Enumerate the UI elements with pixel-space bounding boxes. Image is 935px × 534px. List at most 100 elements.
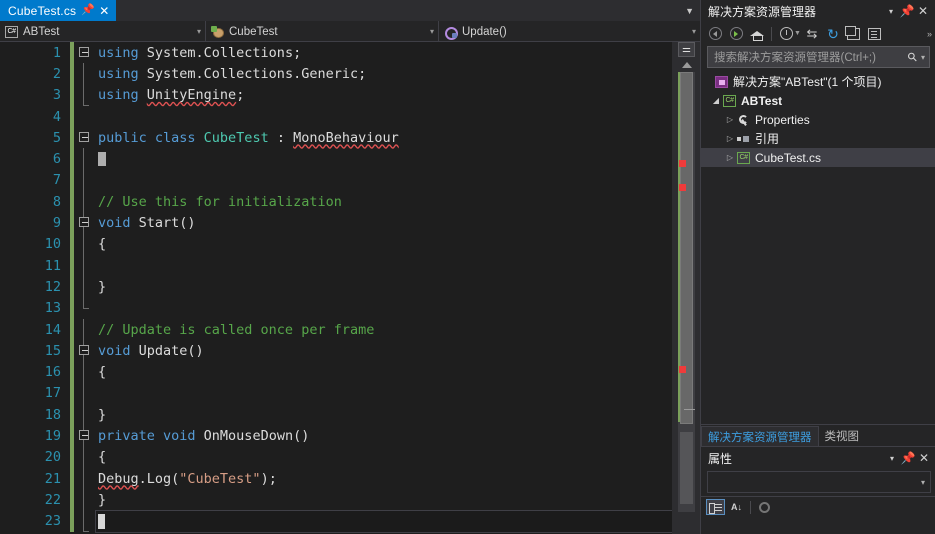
outlining-margin[interactable] [74, 467, 96, 490]
scrollbar-track[interactable] [678, 72, 695, 512]
outlining-margin[interactable] [74, 84, 96, 107]
toolbar-overflow-icon[interactable]: » [927, 29, 932, 39]
tree-expander-collapsed[interactable]: ▷ [723, 115, 737, 124]
code-line[interactable]: 4 [0, 105, 672, 128]
outlining-margin[interactable] [74, 340, 96, 362]
properties-object-dropdown[interactable]: ▾ [707, 471, 931, 493]
code-line[interactable]: 20 { [0, 446, 672, 468]
collapse-box-icon[interactable] [79, 430, 89, 441]
outlining-margin[interactable] [74, 425, 96, 447]
code-editor-surface[interactable]: 1 using System.Collections; 2 using Syst… [0, 42, 700, 534]
tree-item-properties[interactable]: ▷ Properties [701, 110, 935, 129]
tab-class-view[interactable]: 类视图 [819, 426, 866, 446]
outlining-margin[interactable] [74, 63, 96, 85]
pin-icon[interactable]: 📌 [81, 5, 95, 16]
tree-expander-expanded[interactable]: ◢ [709, 96, 723, 105]
solution-explorer-search-input[interactable]: 搜索解决方案资源管理器(Ctrl+;) ⚲ ▾ [707, 46, 930, 68]
pin-icon[interactable]: 📌 [900, 450, 916, 466]
tree-item-references[interactable]: ▷ 引用 [701, 129, 935, 148]
code-line[interactable]: 7 [0, 169, 672, 192]
outlining-margin[interactable] [74, 489, 96, 511]
collapse-box-icon[interactable] [79, 132, 89, 143]
code-line[interactable]: 10 { [0, 233, 672, 255]
split-editor-icon[interactable]: ⚌ [678, 42, 695, 57]
tree-expander-collapsed[interactable]: ▷ [723, 153, 737, 162]
code-line[interactable]: 18 } [0, 404, 672, 426]
back-button[interactable] [705, 24, 725, 43]
scrollbar-lower-region[interactable] [680, 432, 693, 504]
outlining-margin[interactable] [74, 191, 96, 213]
scroll-up-icon[interactable] [678, 58, 695, 72]
code-line[interactable]: 9 void Start() [0, 212, 672, 234]
error-marker-icon[interactable] [679, 366, 686, 373]
window-menu-chevron-icon[interactable]: ▾ [883, 3, 899, 19]
outlining-margin[interactable] [74, 276, 96, 298]
error-marker-icon[interactable] [679, 160, 686, 167]
code-line[interactable]: 22 } [0, 489, 672, 511]
code-line[interactable]: 19 private void OnMouseDown() [0, 425, 672, 447]
outlining-margin[interactable] [74, 254, 96, 277]
chevron-down-icon[interactable]: ▾ [921, 478, 925, 487]
code-line[interactable]: 2 using System.Collections.Generic; [0, 63, 672, 85]
tree-item-cubetest-cs[interactable]: ▷ C# CubeTest.cs [701, 148, 935, 167]
close-icon[interactable]: ✕ [98, 5, 110, 17]
code-line[interactable]: 5 public class CubeTest : MonoBehaviour [0, 127, 672, 149]
outlining-margin[interactable] [74, 318, 96, 341]
alphabetical-button[interactable]: A↓ [727, 499, 746, 515]
chevron-down-icon[interactable]: ▾ [426, 27, 434, 36]
code-line[interactable]: 3 using UnityEngine; [0, 84, 672, 107]
chevron-down-icon[interactable]: ▾ [688, 27, 696, 36]
tree-expander-collapsed[interactable]: ▷ [723, 134, 737, 143]
sync-with-active-document-button[interactable]: ⇆ [802, 24, 822, 43]
pin-icon[interactable]: 📌 [899, 3, 915, 19]
outlining-margin[interactable] [74, 510, 96, 533]
close-icon[interactable]: ✕ [915, 3, 931, 19]
collapse-box-icon[interactable] [79, 345, 89, 356]
outlining-margin[interactable] [74, 148, 96, 170]
tab-solution-explorer[interactable]: 解决方案资源管理器 [701, 426, 819, 446]
code-line-current[interactable]: 23 [0, 509, 673, 533]
editor-vertical-scrollbar[interactable]: ⚌ [672, 42, 700, 534]
navbar-project-dropdown[interactable]: C# ABTest ▾ [0, 21, 206, 42]
code-line[interactable]: 17 [0, 382, 672, 405]
outlining-margin[interactable] [74, 404, 96, 426]
categorized-button[interactable] [706, 499, 725, 515]
outlining-margin[interactable] [74, 233, 96, 255]
code-line[interactable]: 1 using System.Collections; [0, 42, 672, 64]
collapse-box-icon[interactable] [79, 47, 89, 57]
forward-button[interactable] [726, 24, 746, 43]
chevron-down-icon[interactable]: ▾ [921, 53, 925, 62]
show-all-files-button[interactable] [865, 24, 885, 43]
code-line[interactable]: 15 void Update() [0, 340, 672, 362]
code-line[interactable]: 16 { [0, 361, 672, 383]
code-line[interactable]: 6 [0, 148, 672, 170]
navbar-class-dropdown[interactable]: CubeTest ▾ [206, 21, 439, 42]
window-menu-chevron-icon[interactable]: ▾ [884, 450, 900, 466]
outlining-margin[interactable] [74, 127, 96, 148]
code-line[interactable]: 8 // Use this for initialization [0, 191, 672, 213]
navbar-member-dropdown[interactable]: Update() ▾ [439, 21, 700, 42]
collapse-all-button[interactable] [844, 24, 864, 43]
code-line[interactable]: 14 // Update is called once per frame [0, 318, 672, 341]
outlining-margin[interactable] [74, 169, 96, 192]
outlining-margin[interactable] [74, 106, 96, 127]
refresh-button[interactable]: ↻ [823, 24, 843, 43]
document-tab-cubetest-cs[interactable]: CubeTest.cs 📌 ✕ [0, 0, 117, 21]
outlining-margin[interactable] [74, 446, 96, 468]
chevron-down-icon[interactable]: ▾ [193, 27, 201, 36]
chevron-down-icon[interactable]: ▼ [685, 6, 694, 16]
properties-view-button[interactable] [755, 499, 774, 515]
outlining-margin[interactable] [74, 42, 96, 63]
code-line[interactable]: 13 [0, 297, 672, 319]
tree-item-project-abtest[interactable]: ◢ C# ABTest [701, 91, 935, 110]
outlining-margin[interactable] [74, 297, 96, 319]
code-line[interactable]: 21 Debug .Log("CubeTest"); [0, 467, 672, 490]
outlining-margin[interactable] [74, 361, 96, 383]
outlining-margin[interactable] [74, 212, 96, 234]
error-marker-icon[interactable] [679, 184, 686, 191]
collapse-box-icon[interactable] [79, 217, 89, 228]
home-button[interactable] [747, 24, 767, 43]
code-line[interactable]: 12 } [0, 276, 672, 298]
outlining-margin[interactable] [74, 382, 96, 405]
pending-changes-button[interactable] [776, 24, 796, 43]
